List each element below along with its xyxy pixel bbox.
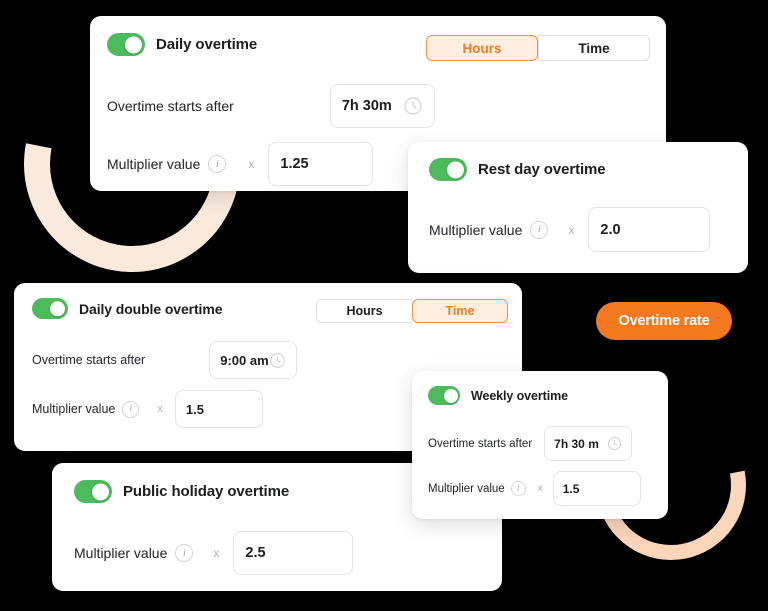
- info-icon[interactable]: i: [530, 220, 549, 239]
- row-overtime-starts-after: Overtime starts after 7h 30m: [107, 84, 437, 128]
- card-title: Daily double overtime: [79, 300, 223, 317]
- toggle-daily-double-overtime[interactable]: [32, 298, 68, 319]
- times-sign: x: [568, 222, 575, 237]
- input-multiplier-value[interactable]: 1.5: [552, 471, 641, 506]
- card-header: Weekly overtime: [428, 386, 568, 405]
- info-icon[interactable]: i: [510, 481, 526, 496]
- toggle-daily-overtime[interactable]: [107, 33, 145, 56]
- input-value: 9:00 am: [220, 352, 269, 368]
- input-value: 1.5: [185, 401, 204, 417]
- label-multiplier-value: Multiplier value: [107, 156, 201, 172]
- segment-time[interactable]: Time: [538, 35, 650, 61]
- label-overtime-starts-after: Overtime starts after: [428, 437, 533, 450]
- info-icon[interactable]: i: [208, 155, 227, 173]
- toggle-public-holiday-overtime[interactable]: [74, 480, 112, 503]
- toggle-weekly-overtime[interactable]: [428, 386, 460, 405]
- toggle-knob: [125, 36, 142, 53]
- row-multiplier-value: Multiplier value i x 1.5: [428, 471, 641, 506]
- input-value: 7h 30m: [341, 98, 392, 114]
- card-header: Public holiday overtime: [74, 480, 289, 503]
- input-value: 1.25: [280, 156, 309, 172]
- toggle-knob: [447, 161, 464, 178]
- label-multiplier-value: Multiplier value: [429, 221, 523, 238]
- card-header: Daily overtime: [107, 33, 257, 56]
- row-multiplier-value: Multiplier value i x 2.0: [429, 207, 711, 252]
- label-multiplier-value: Multiplier value: [74, 545, 168, 561]
- row-overtime-starts-after: Overtime starts after 9:00 am: [32, 341, 297, 379]
- clock-icon[interactable]: [269, 352, 286, 369]
- clock-icon[interactable]: [607, 436, 622, 451]
- input-value: 1.5: [562, 481, 580, 496]
- overtime-rate-button[interactable]: Overtime rate: [596, 302, 732, 340]
- toggle-rest-day-overtime[interactable]: [429, 158, 467, 181]
- card-weekly-overtime: Weekly overtime Overtime starts after 7h…: [412, 371, 668, 519]
- card-title: Daily overtime: [156, 36, 258, 53]
- times-sign: x: [213, 546, 220, 560]
- segment-time[interactable]: Time: [412, 299, 508, 323]
- label-multiplier-value: Multiplier value: [428, 482, 505, 495]
- clock-icon[interactable]: [403, 96, 423, 116]
- input-overtime-starts-after[interactable]: 9:00 am: [209, 341, 297, 379]
- row-multiplier-value: Multiplier value i x 1.25: [107, 142, 437, 186]
- input-overtime-starts-after[interactable]: 7h 30m: [329, 84, 435, 128]
- input-value: 2.0: [600, 221, 621, 238]
- row-multiplier-value: Multiplier value i x 2.5: [74, 531, 354, 575]
- segmented-control-hours-time: Hours Time: [316, 299, 508, 323]
- segment-hours[interactable]: Hours: [426, 35, 538, 61]
- card-title: Rest day overtime: [478, 161, 606, 178]
- label-overtime-starts-after: Overtime starts after: [32, 353, 146, 367]
- toggle-knob: [49, 300, 65, 317]
- toggle-knob: [443, 388, 458, 403]
- times-sign: x: [157, 403, 163, 415]
- info-icon[interactable]: i: [122, 400, 140, 418]
- card-title: Public holiday overtime: [123, 483, 290, 500]
- input-value: 2.5: [245, 545, 266, 561]
- times-sign: x: [537, 483, 543, 494]
- label-multiplier-value: Multiplier value: [32, 402, 116, 416]
- input-multiplier-value[interactable]: 1.5: [174, 390, 263, 428]
- label-overtime-starts-after: Overtime starts after: [107, 98, 234, 114]
- overtime-settings-collage: Daily overtime Hours Time Overtime start…: [0, 0, 768, 611]
- segment-hours[interactable]: Hours: [316, 299, 412, 323]
- input-value: 7h 30 m: [554, 436, 599, 451]
- times-sign: x: [248, 157, 255, 171]
- input-multiplier-value[interactable]: 2.5: [233, 531, 354, 575]
- card-header: Rest day overtime: [429, 158, 606, 181]
- input-multiplier-value[interactable]: 1.25: [268, 142, 374, 186]
- row-multiplier-value: Multiplier value i x 1.5: [32, 390, 292, 428]
- input-overtime-starts-after[interactable]: 7h 30 m: [544, 426, 633, 461]
- toggle-knob: [92, 483, 109, 500]
- segmented-control-hours-time: Hours Time: [426, 35, 650, 61]
- card-title: Weekly overtime: [471, 388, 568, 403]
- input-multiplier-value[interactable]: 2.0: [588, 207, 711, 252]
- card-rest-day-overtime: Rest day overtime Multiplier value i x 2…: [408, 142, 748, 273]
- row-overtime-starts-after: Overtime starts after 7h 30 m: [428, 426, 633, 461]
- card-header: Daily double overtime: [32, 298, 222, 319]
- info-icon[interactable]: i: [175, 544, 194, 562]
